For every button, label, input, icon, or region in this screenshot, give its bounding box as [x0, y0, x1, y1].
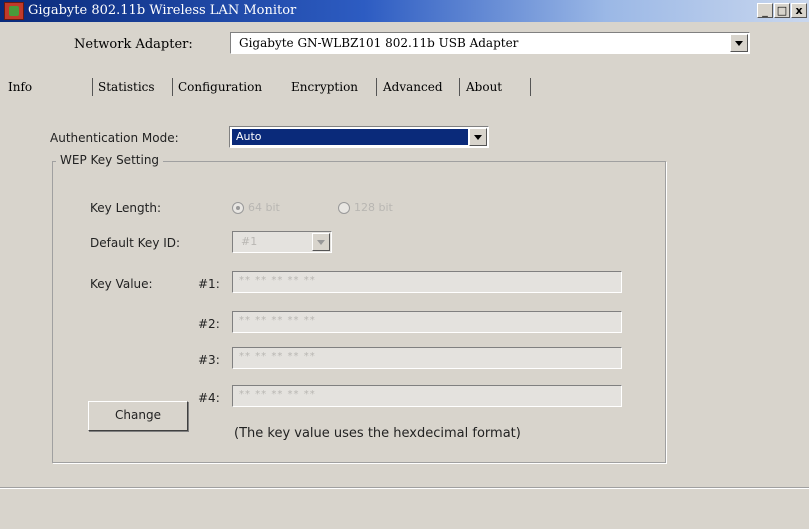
key-4-field[interactable]: ** ** ** ** ** — [232, 385, 622, 407]
chevron-down-icon[interactable] — [312, 233, 330, 251]
minimize-button[interactable]: _ — [757, 3, 773, 18]
tab-encryption[interactable]: Encryption — [291, 80, 358, 94]
maximize-button[interactable]: □ — [774, 3, 790, 18]
tab-divider — [376, 78, 377, 96]
key-value-label: Key Value: — [90, 277, 153, 291]
tab-divider — [530, 78, 531, 96]
default-key-id-value: #1 — [241, 235, 258, 248]
title-bar[interactable]: Gigabyte 802.11b Wireless LAN Monitor _ … — [0, 0, 809, 22]
window-title: Gigabyte 802.11b Wireless LAN Monitor — [28, 3, 297, 18]
key-2-field[interactable]: ** ** ** ** ** — [232, 311, 622, 333]
default-key-id-select[interactable]: #1 — [232, 231, 332, 253]
tab-divider — [172, 78, 173, 96]
tab-about[interactable]: About — [466, 80, 502, 94]
radio-64-bit[interactable] — [232, 202, 244, 214]
key-1-field[interactable]: ** ** ** ** ** — [232, 271, 622, 293]
tab-configuration[interactable]: Configuration — [178, 80, 262, 94]
tab-bar: Info Statistics Configuration Encryption… — [0, 76, 809, 100]
hex-format-hint: (The key value uses the hexdecimal forma… — [234, 426, 521, 441]
divider — [0, 488, 809, 489]
app-window: Gigabyte 802.11b Wireless LAN Monitor _ … — [0, 0, 809, 529]
tab-divider — [92, 78, 93, 96]
radio-64-bit-label: 64 bit — [248, 201, 280, 214]
radio-128-bit-label: 128 bit — [354, 201, 393, 214]
wep-key-group-title: WEP Key Setting — [56, 153, 164, 167]
key-2-label: #2: — [198, 317, 220, 331]
change-button[interactable]: Change — [88, 401, 188, 431]
authentication-mode-select[interactable]: Auto — [229, 126, 489, 148]
authentication-mode-label: Authentication Mode: — [50, 131, 179, 145]
default-key-id-label: Default Key ID: — [90, 236, 181, 250]
close-button[interactable]: x — [791, 3, 807, 18]
network-adapter-value: Gigabyte GN-WLBZ101 802.11b USB Adapter — [239, 36, 519, 50]
chevron-down-icon[interactable] — [469, 128, 487, 146]
key-3-field[interactable]: ** ** ** ** ** — [232, 347, 622, 369]
network-adapter-select[interactable]: Gigabyte GN-WLBZ101 802.11b USB Adapter — [230, 32, 750, 54]
chevron-down-icon[interactable] — [730, 34, 748, 52]
authentication-mode-value: Auto — [232, 129, 468, 145]
key-1-label: #1: — [198, 277, 220, 291]
tab-statistics[interactable]: Statistics — [98, 80, 155, 94]
key-3-label: #3: — [198, 353, 220, 367]
app-logo-icon — [4, 2, 24, 20]
radio-128-bit[interactable] — [338, 202, 350, 214]
key-4-label: #4: — [198, 391, 220, 405]
encryption-panel: Authentication Mode: Auto WEP Key Settin… — [20, 112, 673, 477]
key-length-label: Key Length: — [90, 201, 162, 215]
network-adapter-label: Network Adapter: — [74, 37, 193, 52]
tab-info[interactable]: Info — [8, 80, 32, 94]
tab-advanced[interactable]: Advanced — [383, 80, 443, 94]
tab-divider — [459, 78, 460, 96]
